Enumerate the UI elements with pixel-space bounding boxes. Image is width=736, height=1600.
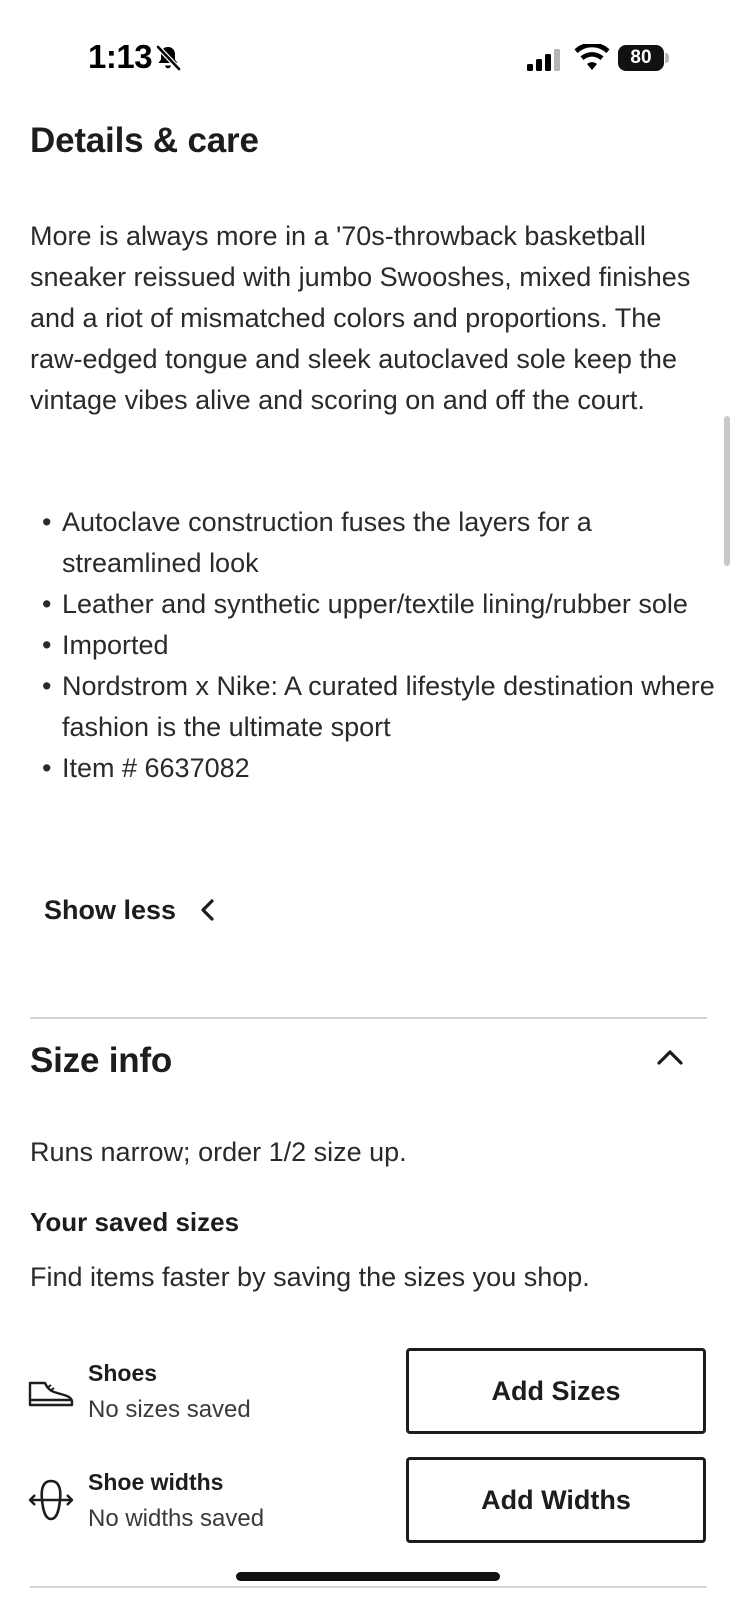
chevron-up-icon[interactable] — [652, 1040, 688, 1076]
list-item: • Item # 6637082 — [30, 748, 720, 789]
home-indicator[interactable] — [236, 1572, 500, 1581]
details-bullet-list: • Autoclave construction fuses the layers… — [30, 502, 720, 789]
shoe-widths-status: No widths saved — [88, 1505, 265, 1532]
shoe-width-icon — [28, 1479, 74, 1521]
shoe-widths-label: Shoe widths — [88, 1469, 224, 1495]
size-info-heading: Size info — [30, 1041, 173, 1080]
add-sizes-button[interactable]: Add Sizes — [406, 1348, 706, 1434]
scroll-indicator[interactable] — [724, 416, 730, 566]
list-item: • Nordstrom x Nike: A curated lifestyle d… — [30, 666, 720, 748]
chevron-left-icon — [201, 899, 214, 921]
details-care-heading: Details & care — [30, 121, 259, 160]
cellular-signal-icon — [527, 49, 560, 71]
battery-icon: 80 — [618, 45, 670, 71]
list-item: • Autoclave construction fuses the layers… — [30, 502, 720, 584]
section-divider — [30, 1586, 707, 1588]
bullet-dot: • — [42, 630, 52, 660]
bullet-dot: • — [42, 507, 52, 537]
product-description: More is always more in a '70s-throwback … — [30, 221, 691, 415]
battery-level: 80 — [618, 45, 664, 71]
status-time: 1:13 — [88, 38, 153, 75]
shoes-label: Shoes — [88, 1360, 158, 1386]
saved-sizes-description: Find items faster by saving the sizes yo… — [30, 1262, 590, 1292]
shoes-status: No sizes saved — [88, 1396, 251, 1423]
shoe-icon — [28, 1381, 74, 1407]
bullet-dot: • — [42, 671, 52, 701]
status-bar: 1:13 80 — [0, 0, 736, 110]
show-less-button[interactable]: Show less — [44, 890, 218, 930]
section-divider — [30, 1017, 707, 1019]
list-item: • Imported — [30, 625, 720, 666]
silent-bell-icon — [156, 45, 181, 71]
bullet-dot: • — [42, 589, 52, 619]
saved-sizes-heading: Your saved sizes — [30, 1207, 240, 1237]
list-item: • Leather and synthetic upper/textile lin… — [30, 584, 720, 625]
bullet-dot: • — [42, 753, 52, 783]
show-less-label: Show less — [44, 894, 177, 925]
fit-note: Runs narrow; order 1/2 size up. — [30, 1137, 407, 1167]
wifi-icon — [574, 44, 610, 70]
add-widths-button[interactable]: Add Widths — [406, 1457, 706, 1543]
